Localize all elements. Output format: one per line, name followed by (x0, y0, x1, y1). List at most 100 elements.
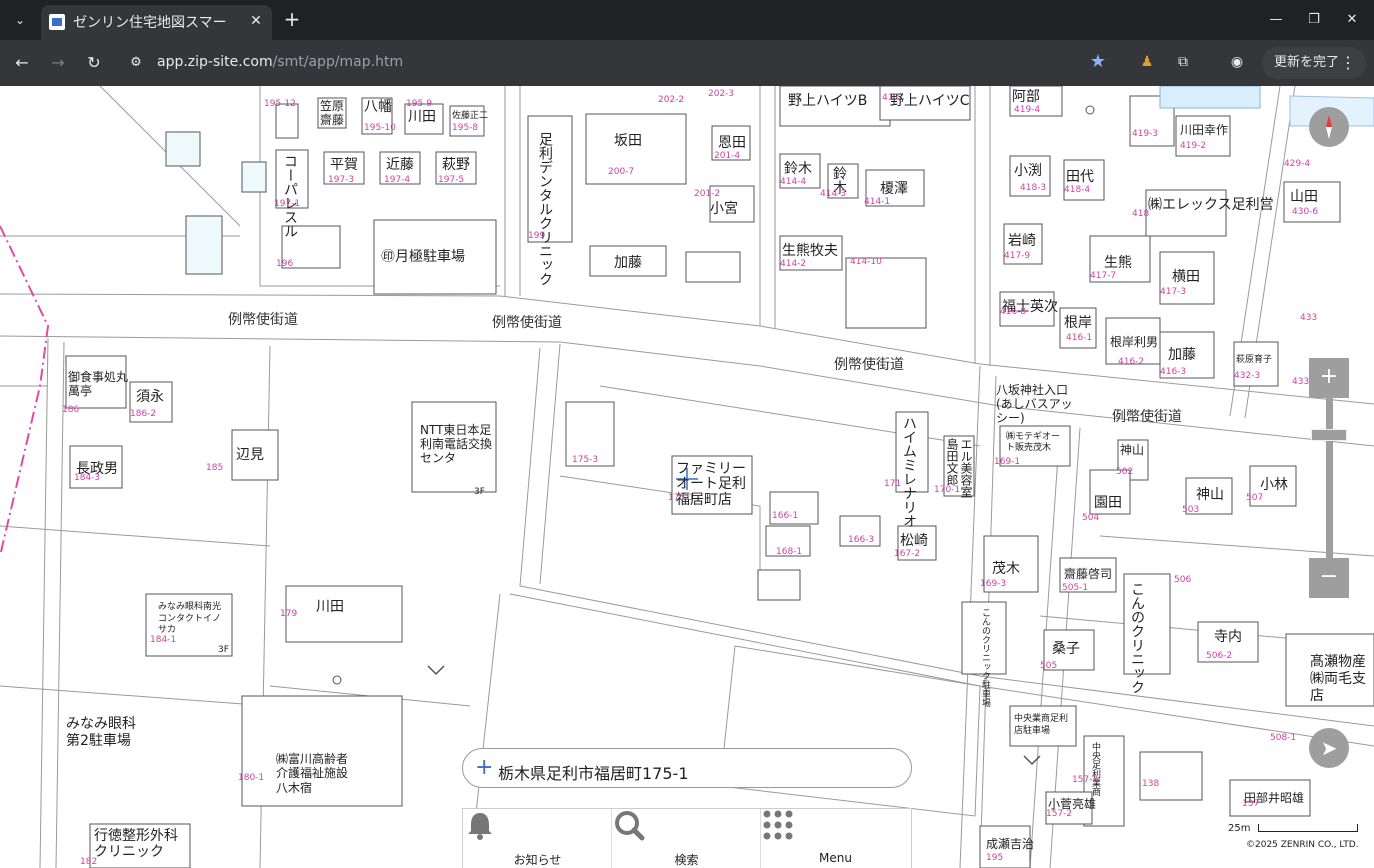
lot-number: 433 (1292, 377, 1310, 387)
building-label[interactable]: 川田幸作 (1180, 124, 1228, 136)
building-label[interactable]: 小渕 (1014, 164, 1042, 178)
building-label[interactable]: 加藤 (614, 256, 642, 270)
menu-button[interactable]: Menu (761, 809, 910, 868)
building-label[interactable]: 生熊牧夫 (782, 244, 838, 258)
tab-close-icon[interactable]: ✕ (246, 11, 266, 31)
building-label[interactable]: 齋藤 (320, 114, 344, 126)
active-tab[interactable]: ゼンリン住宅地図スマー ✕ (41, 5, 272, 40)
building-label[interactable]: 桑子 (1052, 642, 1080, 656)
building-label[interactable]: 佐藤正二 (452, 112, 488, 121)
building-label[interactable]: 行徳整形外科クリニック (94, 828, 188, 860)
building-label[interactable]: 榎澤 (880, 182, 908, 196)
profile-icon[interactable]: ◉ (1226, 51, 1248, 73)
building-label[interactable]: 齋藤啓司 (1064, 568, 1112, 580)
extensions-puzzle-icon[interactable]: ⧉ (1172, 51, 1194, 73)
reload-icon[interactable]: ↻ (82, 51, 106, 75)
building-label[interactable]: 川田 (408, 110, 436, 124)
building-label[interactable]: ㊞月極駐車場 (381, 250, 465, 264)
zoom-in-button[interactable]: + (1309, 358, 1349, 398)
address-bar[interactable]: ⚙ app.zip-site.com/smt/app/map.htm (118, 45, 1118, 81)
building-label[interactable]: 須永 (136, 390, 164, 404)
building-label[interactable]: 加藤 (1168, 348, 1196, 362)
building-label[interactable]: 神山 (1196, 488, 1224, 502)
building-label[interactable]: 成瀬吉治 (986, 838, 1034, 850)
building-label[interactable]: 根岸 (1064, 316, 1092, 330)
window-close-icon[interactable]: ✕ (1340, 8, 1364, 32)
building-label[interactable]: 萩原育子 (1236, 356, 1272, 365)
building-label[interactable]: みなみ眼科第2駐車場 (66, 716, 146, 750)
building-label[interactable]: 坂田 (614, 134, 642, 148)
lot-number: 138 (1142, 779, 1160, 789)
building-label[interactable]: 生熊 (1104, 256, 1132, 270)
building-label[interactable]: 小宮 (710, 202, 738, 216)
building-label[interactable]: 八幡 (364, 100, 392, 114)
building-label[interactable]: NTT東日本足利南電話交換センタ (420, 423, 496, 465)
new-tab-button[interactable]: + (282, 8, 302, 32)
plus-icon[interactable]: + (475, 756, 493, 780)
building-label[interactable]: 園田 (1094, 496, 1122, 510)
building-label[interactable]: 近藤 (386, 158, 414, 172)
building-label[interactable]: 神山 (1120, 444, 1144, 456)
zoom-slider-handle[interactable] (1311, 429, 1347, 441)
building-label[interactable]: 足利デンタルクリニック (537, 132, 553, 286)
building-label[interactable]: 横田 (1172, 270, 1200, 284)
building-label[interactable]: 萩野 (442, 158, 470, 172)
lot-number: 417-7 (1090, 271, 1117, 281)
building-label[interactable]: ㈱モテギオート販売茂木 (1006, 432, 1068, 454)
building-label[interactable]: 笠原 (320, 100, 344, 112)
building-label[interactable]: 田代 (1066, 170, 1094, 184)
address-text[interactable]: 栃木県足利市福居町175-1 (498, 760, 689, 784)
zoom-out-button[interactable]: − (1309, 558, 1349, 598)
zenrin-map[interactable]: 例幣使街道 例幣使街道 例幣使街道 例幣使街道 笠原 齋藤 八幡 川田 佐藤正二… (0, 86, 1374, 868)
building-label[interactable]: 島田文郎 (945, 438, 959, 486)
building-label[interactable]: ㈱エレックス足利営 (1148, 198, 1274, 212)
tab-search-dropdown[interactable]: ⌄ (8, 8, 32, 32)
building-label[interactable]: 中央足利業商 (1090, 742, 1100, 796)
current-location-icon[interactable]: ➤ (1309, 728, 1349, 768)
search-icon (615, 811, 645, 841)
building-label[interactable]: 寺内 (1214, 630, 1242, 644)
building-label[interactable]: 阿部 (1012, 90, 1040, 104)
lot-number: 414-10 (850, 257, 882, 267)
building-label[interactable]: ハイムミレナリオ (901, 416, 917, 528)
news-button[interactable]: お知らせ (463, 809, 612, 868)
building-label[interactable]: 髙瀬物産㈱両毛支店 (1310, 654, 1374, 704)
building-label[interactable]: 茂木 (992, 562, 1020, 576)
building-label[interactable]: 根岸利男 (1110, 336, 1158, 348)
zoom-slider-track[interactable] (1326, 398, 1333, 558)
building-label[interactable]: みなみ眼科南光コンタクトイノサカ (158, 602, 228, 637)
url-text[interactable]: app.zip-site.com/smt/app/map.htm (157, 54, 403, 70)
building-label[interactable]: 鈴木 (784, 162, 812, 176)
bottom-menu: お知らせ 検索 Menu (462, 808, 912, 868)
building-label[interactable]: こんのクリニック駐車場 (980, 608, 990, 707)
building-label[interactable]: 辺見 (236, 448, 264, 462)
compass-icon[interactable] (1309, 107, 1349, 147)
extension-icon[interactable]: ♟ (1136, 51, 1158, 73)
building-label[interactable]: 松崎 (900, 534, 928, 548)
bus-stop-label[interactable]: 八坂神社入口(あしバスアッシー) (996, 383, 1080, 425)
building-label[interactable]: 岩崎 (1008, 234, 1036, 248)
building-label[interactable]: 御食事処丸萬亭 (68, 370, 128, 399)
site-info-icon[interactable]: ⚙ (126, 53, 146, 73)
bookmark-star-icon[interactable]: ★ (1087, 51, 1109, 73)
building-label[interactable]: 平賀 (330, 158, 358, 172)
building-label[interactable]: 野上ハイツB (788, 94, 867, 108)
back-icon[interactable]: ← (10, 51, 34, 75)
building-label[interactable]: こんのクリニック (1129, 582, 1145, 694)
lot-number: 502 (1116, 467, 1134, 477)
building-label[interactable]: 中央業商足利店駐車場 (1014, 714, 1076, 737)
address-search-bar[interactable]: + 栃木県足利市福居町175-1 (462, 748, 912, 788)
building-label[interactable]: エル美容室 (959, 438, 973, 498)
building-label[interactable]: 山田 (1290, 190, 1318, 204)
building-label[interactable]: 野上ハイツC (890, 94, 970, 108)
forward-icon[interactable]: → (46, 51, 70, 75)
update-button[interactable]: 更新を完了 ⋮ (1262, 47, 1366, 79)
building-label[interactable]: コーパレスル (282, 154, 298, 238)
minimize-icon[interactable]: — (1264, 8, 1288, 32)
building-label[interactable]: 小林 (1260, 478, 1288, 492)
search-button[interactable]: 検索 (612, 809, 761, 868)
building-label[interactable]: 川田 (316, 600, 344, 614)
building-label[interactable]: 恩田 (718, 136, 746, 150)
restore-icon[interactable]: ❐ (1302, 8, 1326, 32)
building-label[interactable]: ㈱富川高齢者介護福祉施設八木宿 (276, 752, 352, 795)
